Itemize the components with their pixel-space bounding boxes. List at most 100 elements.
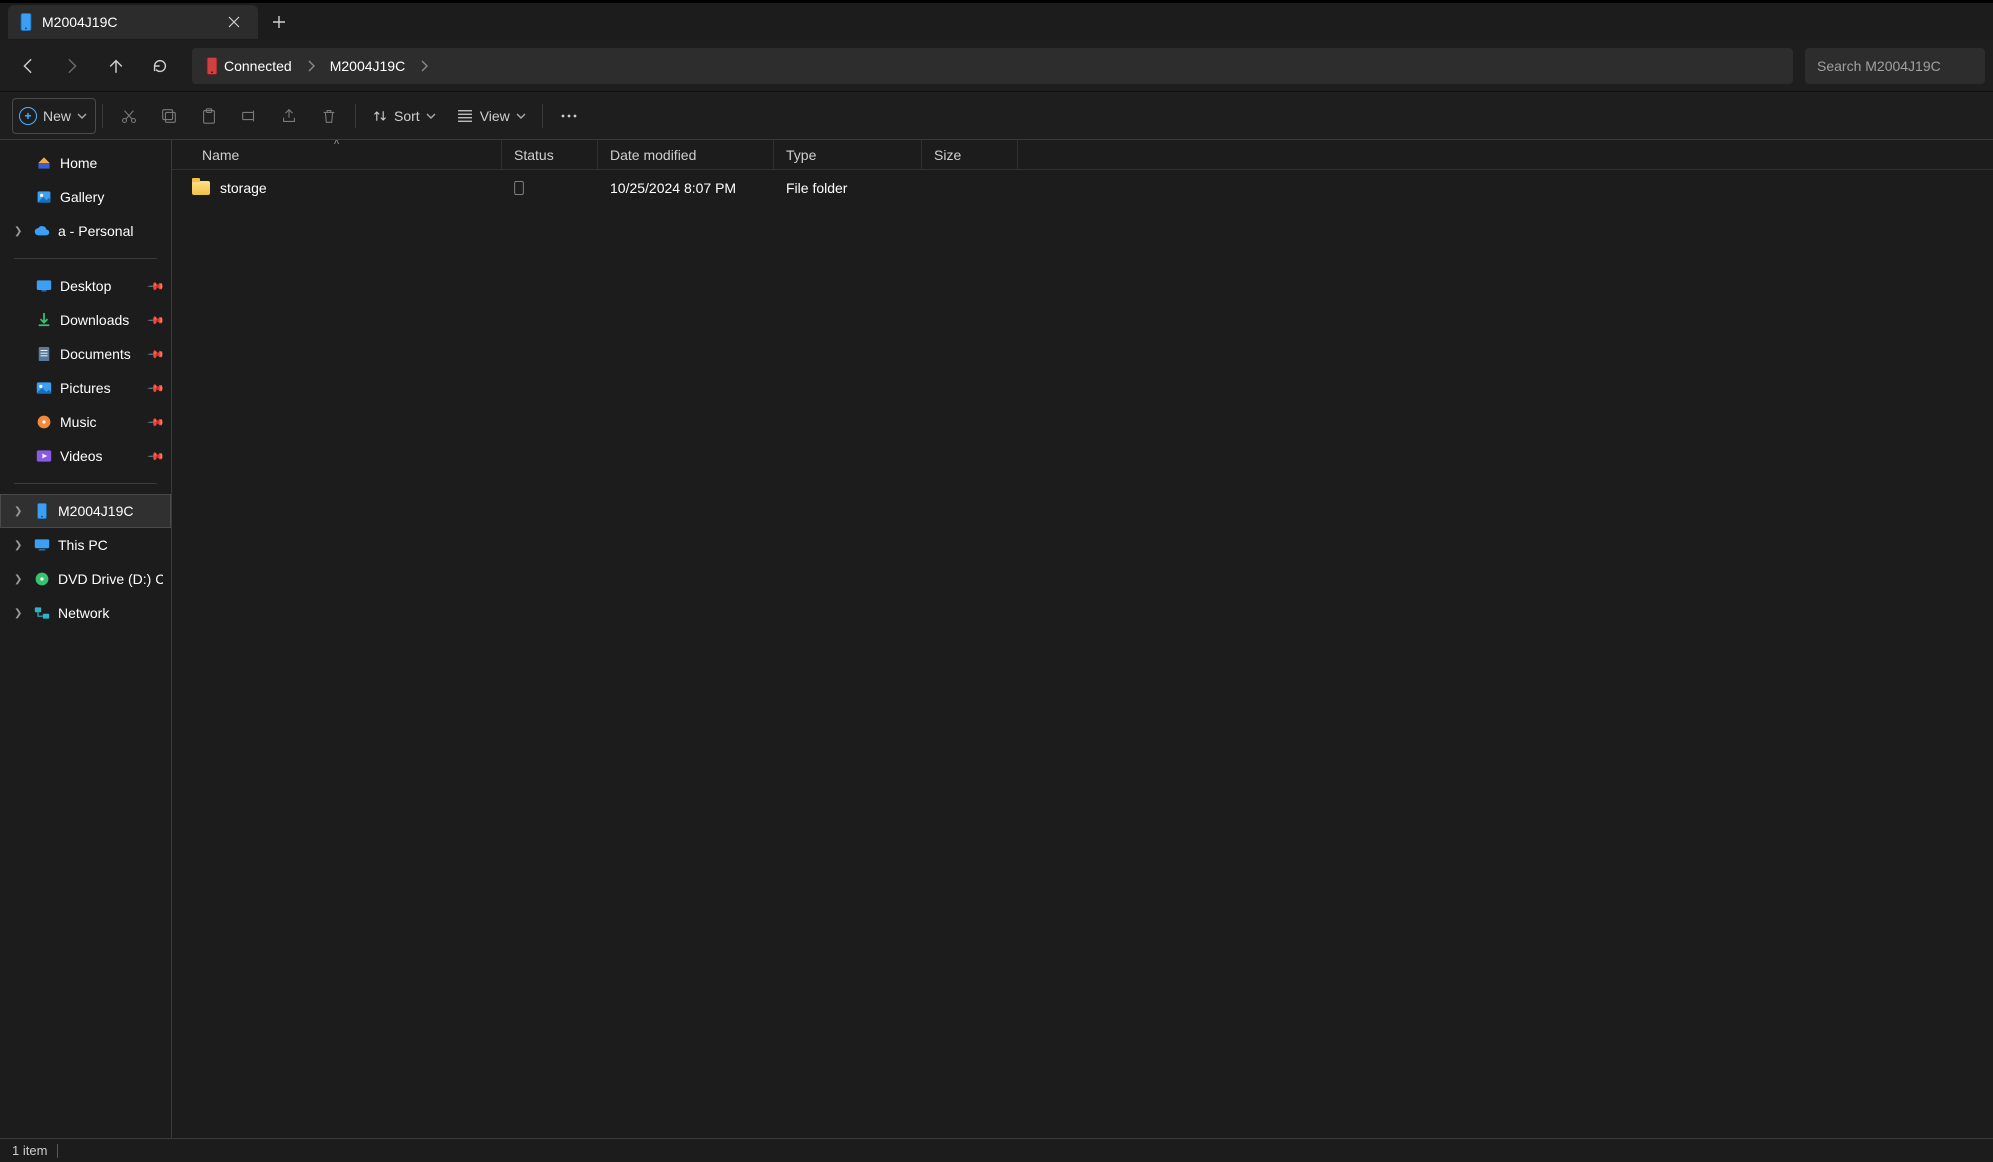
breadcrumb-root-label: Connected	[224, 58, 292, 74]
pin-icon: 📌	[147, 345, 166, 364]
close-tab-button[interactable]	[220, 8, 248, 36]
separator	[542, 104, 543, 128]
chevron-right-icon[interactable]: ❯	[14, 540, 22, 551]
sidebar-item-pictures[interactable]: Pictures 📌	[0, 371, 171, 405]
more-button[interactable]	[549, 98, 589, 134]
new-button-label: New	[43, 108, 71, 124]
sidebar-item-label: Documents	[60, 346, 131, 362]
search-box[interactable]	[1805, 48, 1985, 84]
new-tab-button[interactable]	[262, 8, 296, 36]
refresh-button[interactable]	[140, 48, 180, 84]
sidebar-item-downloads[interactable]: Downloads 📌	[0, 303, 171, 337]
separator	[57, 1144, 58, 1158]
plus-circle-icon: +	[19, 107, 37, 125]
pin-icon: 📌	[147, 379, 166, 398]
sidebar-item-home[interactable]: Home	[0, 146, 171, 180]
item-date: 10/25/2024 8:07 PM	[610, 180, 736, 196]
folder-icon	[192, 181, 210, 195]
chevron-right-icon[interactable]	[417, 60, 431, 72]
new-button[interactable]: + New	[12, 98, 96, 134]
sidebar-item-desktop[interactable]: Desktop 📌	[0, 269, 171, 303]
breadcrumb-part-label: M2004J19C	[330, 58, 406, 74]
copy-button[interactable]	[149, 98, 189, 134]
item-name: storage	[220, 180, 267, 196]
sidebar-item-onedrive[interactable]: ❯ a - Personal	[0, 214, 171, 248]
up-button[interactable]	[96, 48, 136, 84]
status-text: 1 item	[12, 1143, 47, 1158]
downloads-icon	[36, 312, 52, 328]
column-header-label: Date modified	[610, 147, 696, 163]
chevron-right-icon[interactable]: ❯	[14, 226, 22, 237]
file-list[interactable]: storage 10/25/2024 8:07 PM File folder	[172, 170, 1993, 1138]
dvd-icon	[34, 571, 50, 587]
sidebar-item-network[interactable]: ❯ Network	[0, 596, 171, 630]
column-header-size[interactable]: Size	[922, 140, 1018, 169]
breadcrumb-root[interactable]: Connected	[200, 57, 298, 75]
sort-ascending-icon: ˄	[334, 140, 340, 148]
sidebar-item-label: Desktop	[60, 278, 111, 294]
sidebar-divider	[14, 483, 157, 484]
videos-icon	[36, 448, 52, 464]
pin-icon: 📌	[147, 311, 166, 330]
status-bar: 1 item	[0, 1138, 1993, 1162]
pin-icon: 📌	[147, 413, 166, 432]
chevron-right-icon[interactable]	[304, 60, 318, 72]
view-button[interactable]: View	[446, 98, 536, 134]
sidebar-divider	[14, 258, 157, 259]
share-button[interactable]	[269, 98, 309, 134]
chevron-right-icon[interactable]: ❯	[14, 506, 22, 517]
column-header-label: Type	[786, 147, 816, 163]
chevron-down-icon	[77, 111, 87, 121]
desktop-icon	[36, 278, 52, 294]
sidebar-item-this-pc[interactable]: ❯ This PC	[0, 528, 171, 562]
sidebar-item-documents[interactable]: Documents 📌	[0, 337, 171, 371]
sidebar: Home Gallery ❯ a - Personal Desktop 📌 Do…	[0, 140, 172, 1138]
tab-bar: M2004J19C	[0, 3, 1993, 40]
sidebar-item-label: Home	[60, 155, 97, 171]
content-area: ˄ Name Status Date modified Type Size st…	[172, 140, 1993, 1138]
column-header-name[interactable]: ˄ Name	[172, 140, 502, 169]
chevron-right-icon[interactable]: ❯	[14, 574, 22, 585]
view-icon	[456, 109, 474, 123]
column-header-type[interactable]: Type	[774, 140, 922, 169]
column-headers: ˄ Name Status Date modified Type Size	[172, 140, 1993, 170]
chevron-down-icon	[516, 111, 526, 121]
address-bar[interactable]: Connected M2004J19C	[192, 48, 1793, 84]
phone-icon	[18, 14, 34, 30]
sidebar-item-device[interactable]: ❯ M2004J19C	[0, 494, 171, 528]
sidebar-item-label: Network	[58, 605, 109, 621]
chevron-right-icon[interactable]: ❯	[14, 608, 22, 619]
sidebar-item-label: Downloads	[60, 312, 129, 328]
column-header-status[interactable]: Status	[502, 140, 598, 169]
paste-button[interactable]	[189, 98, 229, 134]
gallery-icon	[36, 189, 52, 205]
sidebar-item-music[interactable]: Music 📌	[0, 405, 171, 439]
column-header-label: Name	[184, 147, 239, 163]
item-type: File folder	[786, 180, 847, 196]
sidebar-item-videos[interactable]: Videos 📌	[0, 439, 171, 473]
breadcrumb-part[interactable]: M2004J19C	[324, 58, 412, 74]
home-icon	[36, 155, 52, 171]
delete-button[interactable]	[309, 98, 349, 134]
forward-button[interactable]	[52, 48, 92, 84]
cut-button[interactable]	[109, 98, 149, 134]
rename-button[interactable]	[229, 98, 269, 134]
pin-icon: 📌	[147, 277, 166, 296]
separator	[102, 104, 103, 128]
pin-icon: 📌	[147, 447, 166, 466]
tab[interactable]: M2004J19C	[8, 5, 258, 39]
tab-title: M2004J19C	[42, 14, 212, 30]
sidebar-item-gallery[interactable]: Gallery	[0, 180, 171, 214]
list-item[interactable]: storage 10/25/2024 8:07 PM File folder	[172, 170, 1993, 205]
back-button[interactable]	[8, 48, 48, 84]
network-icon	[34, 605, 50, 621]
sort-button[interactable]: Sort	[362, 98, 446, 134]
sidebar-item-label: This PC	[58, 537, 108, 553]
column-header-date[interactable]: Date modified	[598, 140, 774, 169]
phone-icon	[206, 57, 218, 75]
search-input[interactable]	[1817, 58, 1973, 74]
toolbar: + New Sort View	[0, 92, 1993, 140]
cloud-icon	[34, 223, 50, 239]
view-button-label: View	[480, 108, 510, 124]
sidebar-item-dvd[interactable]: ❯ DVD Drive (D:) CCC	[0, 562, 171, 596]
